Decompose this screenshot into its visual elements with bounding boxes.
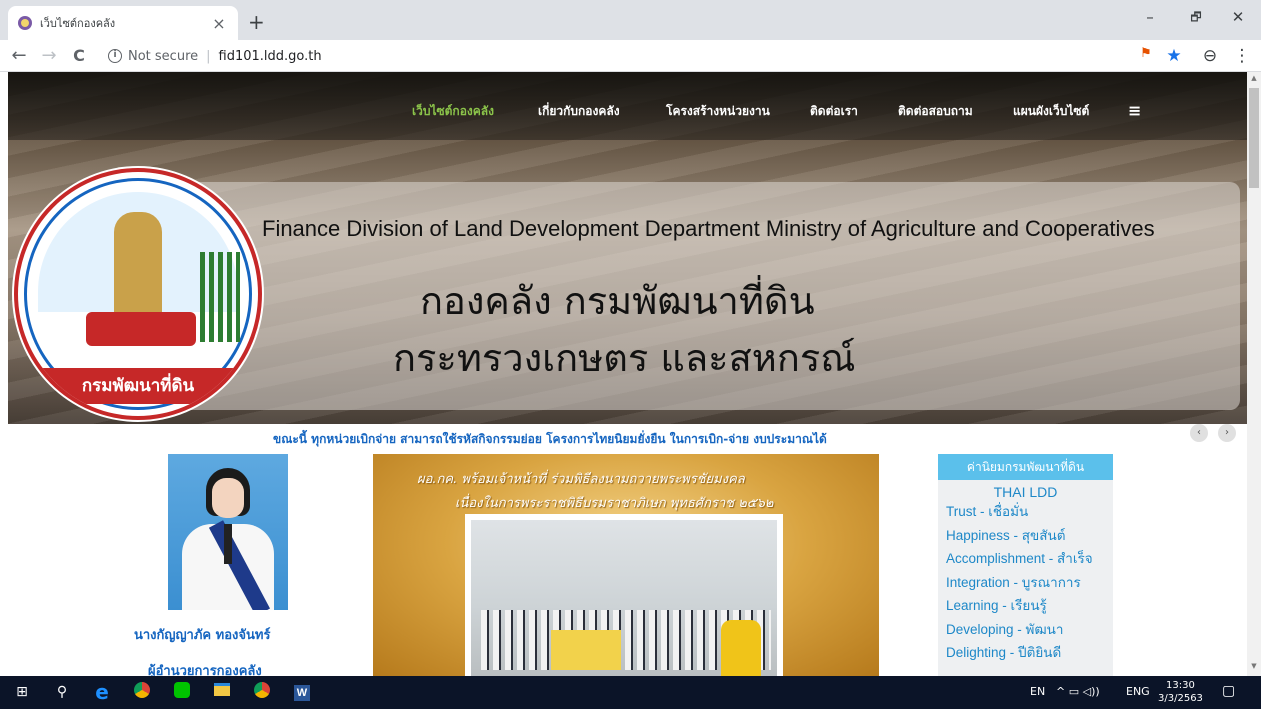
tab-title: เว็บไซต์กองคลัง <box>40 17 116 30</box>
banner-thai-title-line1: กองคลัง กรมพัฒนาที่ดิน <box>420 279 815 323</box>
carousel-prev-button[interactable]: ‹ <box>1190 424 1208 442</box>
nav-item-sitemap[interactable]: แผนผังเว็บไซต์ <box>1013 102 1089 121</box>
nav-item-structure[interactable]: โครงสร้างหน่วยงาน <box>666 102 770 121</box>
logo-text: กรมพัฒนาที่ดิน <box>32 368 244 404</box>
windows-taskbar: ⊞ ⚲ e W EN ^ ▭ ◁)) ENG 13:30 3/3/2563 ▢ <box>0 676 1261 709</box>
browser-tab-bar: เว็บไซต์กองคลัง × + – 🗗 ✕ <box>0 0 1261 40</box>
director-name: นางกัญญาภัค ทองจันทร์ <box>134 628 271 643</box>
puzzle-icon[interactable]: ⚑ <box>1134 46 1158 61</box>
windows-start-icon[interactable]: ⊞ <box>12 682 32 702</box>
forward-icon[interactable]: → <box>36 43 62 69</box>
clock-time: 13:30 <box>1166 680 1195 691</box>
news-caption-line1: ผอ.กค. พร้อมเจ้าหน้าที่ ร่วมพิธีลงนามถวา… <box>417 472 745 487</box>
file-explorer-icon[interactable] <box>212 682 232 702</box>
value-item: Delighting - ปีติยินดี <box>946 645 1062 660</box>
scroll-thumb[interactable] <box>1249 88 1259 188</box>
browser-toolbar: ← → C i Not secure | fid101.ldd.go.th ⚑ … <box>0 40 1261 72</box>
edge-icon[interactable]: e <box>92 682 112 702</box>
account-icon[interactable]: ⊖ <box>1198 46 1222 66</box>
nav-item-contact[interactable]: ติดต่อเรา <box>810 102 858 121</box>
news-photo-table <box>551 630 621 670</box>
bookmark-star-icon[interactable]: ★ <box>1162 46 1186 66</box>
value-item: Learning - เรียนรู้ <box>946 598 1047 613</box>
scroll-down-icon[interactable]: ▼ <box>1247 662 1261 670</box>
info-icon[interactable]: i <box>108 49 122 63</box>
announcement-marquee[interactable]: ขณะนี้ ทุกหน่วยเบิกจ่าย สามารถใช้รหัสกิจ… <box>273 430 827 449</box>
director-photo-face <box>212 478 244 518</box>
values-heading: ค่านิยมกรมพัฒนาที่ดิน <box>938 454 1113 480</box>
restore-icon[interactable]: 🗗 <box>1176 8 1216 29</box>
taskbar-clock[interactable]: 13:30 3/3/2563 <box>1158 679 1203 705</box>
chrome-icon[interactable] <box>252 682 272 702</box>
page-scrollbar[interactable]: ▲ ▼ <box>1247 72 1261 676</box>
close-tab-icon[interactable]: × <box>210 14 228 33</box>
logo-base <box>86 312 196 346</box>
word-icon[interactable]: W <box>292 682 312 702</box>
close-window-icon[interactable]: ✕ <box>1218 8 1258 26</box>
director-title: ผู้อำนวยการกองคลัง <box>148 664 262 676</box>
scroll-up-icon[interactable]: ▲ <box>1247 74 1261 82</box>
chrome-icon[interactable] <box>132 682 152 702</box>
new-tab-button[interactable]: + <box>248 10 265 34</box>
logo-trees <box>200 252 240 342</box>
value-item: Developing - พัฒนา <box>946 621 1064 637</box>
minimize-icon[interactable]: – <box>1130 8 1170 26</box>
news-caption-line2: เนื่องในการพระราชพิธีบรมราชาภิเษก พุทธศั… <box>455 496 774 511</box>
carousel-next-button[interactable]: › <box>1218 424 1236 442</box>
url-text[interactable]: fid101.ldd.go.th <box>219 49 322 64</box>
ldd-logo: กรมพัฒนาที่ดิน <box>14 168 262 420</box>
values-subheading: THAI LDD <box>993 484 1058 500</box>
director-photo <box>168 454 288 610</box>
logo-deity-figure <box>114 212 162 322</box>
back-icon[interactable]: ← <box>6 43 32 69</box>
news-photo-scene <box>471 520 777 676</box>
hamburger-menu-icon[interactable]: ≡ <box>1128 101 1141 120</box>
line-icon[interactable] <box>172 682 192 702</box>
input-language-short[interactable]: EN <box>1030 685 1045 698</box>
value-item: Accomplishment - สำเร็จ <box>946 551 1093 566</box>
news-slide[interactable]: ผอ.กค. พร้อมเจ้าหน้าที่ ร่วมพิธีลงนามถวา… <box>373 454 879 676</box>
nav-item-home[interactable]: เว็บไซต์กองคลัง <box>412 102 494 121</box>
clock-date: 3/3/2563 <box>1158 693 1203 704</box>
browser-menu-icon[interactable]: ⋮ <box>1230 46 1254 66</box>
site-favicon-icon <box>18 16 32 30</box>
value-item: Trust - เชื่อมั่น <box>946 504 1029 519</box>
value-item: Integration - บูรณาการ <box>946 574 1081 590</box>
values-panel: ค่านิยมกรมพัฒนาที่ดิน THAI LDD Trust - เ… <box>938 454 1113 676</box>
news-photo-person <box>721 620 761 676</box>
address-bar[interactable]: i Not secure | fid101.ldd.go.th <box>108 44 1108 68</box>
browser-tab[interactable]: เว็บไซต์กองคลัง × <box>8 6 238 40</box>
banner-thai-title-line2: กระทรวงเกษตร และสหกรณ์ <box>393 336 856 380</box>
nav-item-inquiry[interactable]: ติดต่อสอบถาม <box>898 102 973 121</box>
notification-icon[interactable]: ▢ <box>1222 683 1235 699</box>
nav-item-about[interactable]: เกี่ยวกับกองคลัง <box>538 102 620 121</box>
reload-icon[interactable]: C <box>66 43 92 69</box>
input-language[interactable]: ENG <box>1126 685 1150 698</box>
url-separator: | <box>206 48 211 64</box>
system-tray-icons[interactable]: ^ ▭ ◁)) <box>1056 685 1100 698</box>
banner-english-title: Finance Division of Land Development Dep… <box>262 216 1155 241</box>
security-label: Not secure <box>128 48 199 64</box>
web-page: เว็บไซต์กองคลัง เกี่ยวกับกองคลัง โครงสร้… <box>0 72 1247 676</box>
news-photo <box>465 514 783 676</box>
value-item: Happiness - สุขสันต์ <box>946 527 1066 543</box>
search-icon[interactable]: ⚲ <box>52 682 72 702</box>
director-photo-tie <box>224 524 232 564</box>
